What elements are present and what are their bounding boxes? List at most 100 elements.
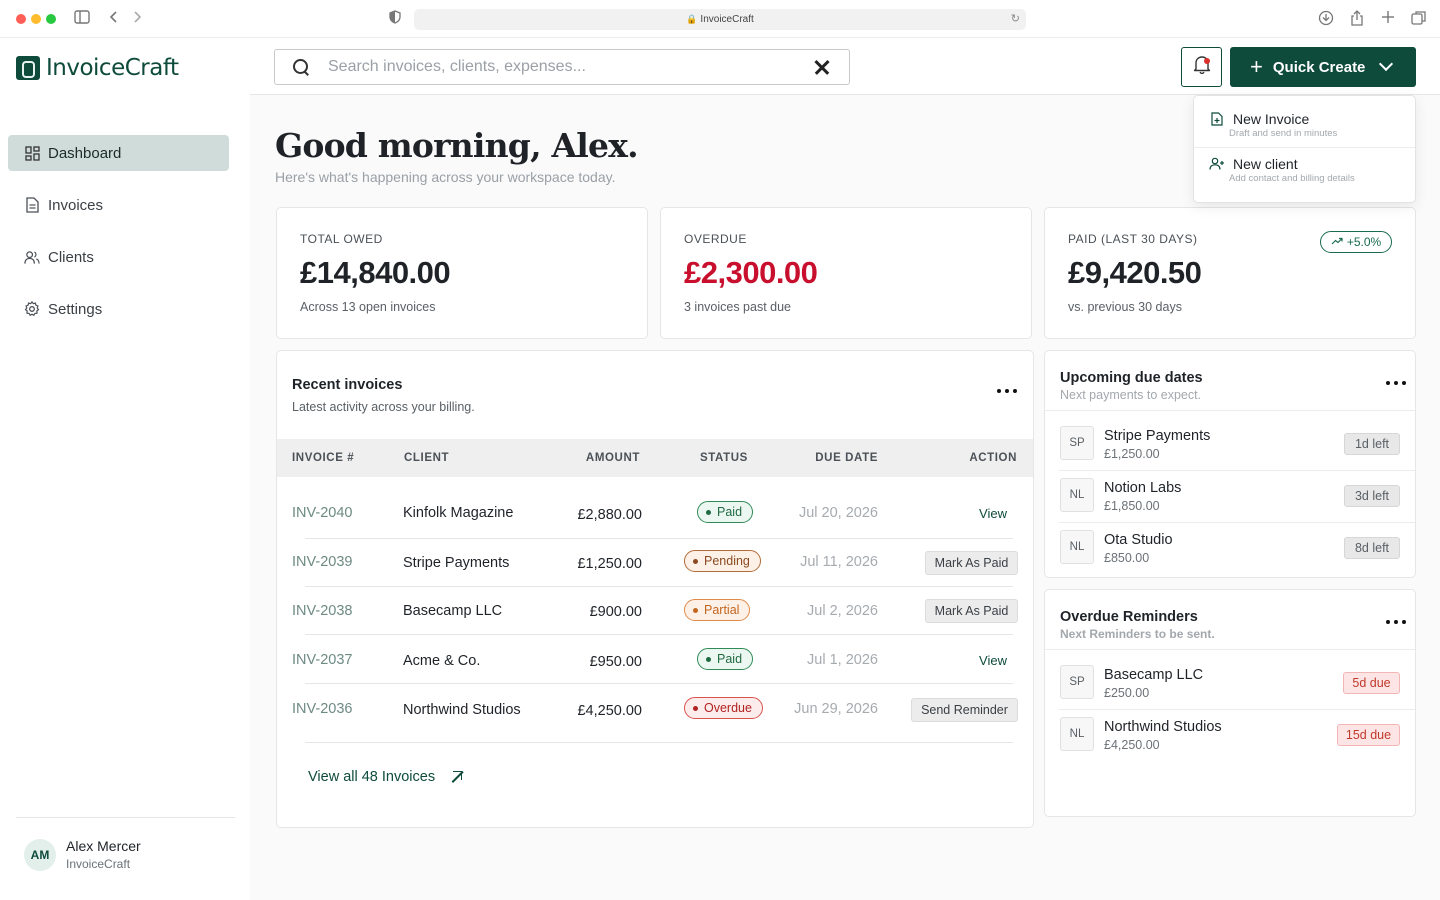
view-invoice-link[interactable]: View [979, 653, 1007, 668]
trend-up-icon [1331, 236, 1343, 248]
view-invoice-link[interactable]: View [979, 506, 1007, 521]
quick-create-menu: New Invoice Draft and send in minutes Ne… [1193, 95, 1416, 203]
send-reminder-button[interactable]: Send Reminder [911, 698, 1018, 722]
status-badge: Paid [697, 648, 754, 670]
table-row[interactable]: INV-2038 Basecamp LLC £900.00 Partial Ju… [277, 587, 1033, 635]
user-plus-icon [1209, 157, 1225, 171]
app-name: InvoiceCraft [46, 55, 179, 81]
sidebar-item-label: Dashboard [48, 144, 122, 162]
view-all-invoices-link[interactable]: View all 48 Invoices [308, 769, 463, 785]
panel-title: Upcoming due dates [1060, 370, 1203, 386]
client-name: Stripe Payments [403, 555, 510, 571]
due-date: Jun 29, 2026 [794, 701, 878, 717]
sidebar-item-clients[interactable]: Clients [8, 239, 229, 275]
sidebar-toggle-icon[interactable] [74, 10, 90, 28]
stat-sub: vs. previous 30 days [1068, 300, 1182, 314]
arrow-up-right-icon [449, 770, 463, 784]
client-name: Notion Labs [1104, 480, 1182, 496]
mark-as-paid-button[interactable]: Mark As Paid [925, 551, 1018, 575]
stat-label: TOTAL OWED [300, 232, 383, 246]
more-options-icon[interactable] [997, 386, 1017, 396]
clear-search-icon[interactable] [813, 58, 831, 76]
maximize-window-icon[interactable] [46, 14, 56, 24]
lock-icon: 🔒 [686, 14, 698, 24]
download-icon[interactable] [1318, 10, 1334, 30]
app-logo[interactable]: InvoiceCraft [16, 54, 179, 82]
column-header: DUE DATE [815, 452, 878, 464]
sidebar-item-invoices[interactable]: Invoices [8, 187, 229, 223]
stat-label: OVERDUE [684, 232, 747, 246]
menu-item-subtitle: Draft and send in minutes [1229, 128, 1338, 139]
sidebar-item-label: Clients [48, 248, 94, 266]
table-row[interactable]: INV-2036 Northwind Studios £4,250.00 Ove… [277, 684, 1033, 732]
client-name: Northwind Studios [1104, 719, 1222, 735]
quick-create-button[interactable]: + Quick Create [1230, 47, 1416, 87]
table-row[interactable]: INV-2037 Acme & Co. £950.00 Paid Jul 1, … [277, 635, 1033, 683]
client-initials: SP [1060, 665, 1094, 699]
days-due-badge: 5d due [1343, 672, 1400, 694]
sidebar-item-dashboard[interactable]: Dashboard [8, 135, 229, 171]
table-header: INVOICE # CLIENT AMOUNT STATUS DUE DATE … [277, 439, 1033, 477]
client-name: Northwind Studios [403, 702, 521, 718]
client-initials: NL [1060, 530, 1094, 564]
forward-icon[interactable] [133, 10, 143, 28]
invoice-number[interactable]: INV-2038 [292, 603, 352, 619]
column-header: INVOICE # [292, 452, 355, 464]
close-window-icon[interactable] [16, 14, 26, 24]
sidebar-item-settings[interactable]: Settings [8, 291, 229, 327]
share-icon[interactable] [1350, 10, 1364, 30]
menu-item-title: New Invoice [1233, 111, 1310, 127]
client-name: Basecamp LLC [1104, 667, 1204, 683]
invoice-amount: £4,250.00 [577, 703, 642, 719]
mark-as-paid-button[interactable]: Mark As Paid [925, 599, 1018, 623]
days-left-badge: 1d left [1344, 433, 1400, 455]
invoice-number[interactable]: INV-2039 [292, 554, 352, 570]
search-box[interactable] [274, 49, 850, 85]
client-name: Acme & Co. [403, 653, 481, 669]
minimize-window-icon[interactable] [31, 14, 41, 24]
reload-icon[interactable]: ↻ [1011, 9, 1020, 30]
shield-icon[interactable] [389, 10, 401, 28]
due-date: Jul 1, 2026 [807, 652, 878, 668]
view-all-label: View all 48 Invoices [308, 769, 436, 785]
notifications-button[interactable] [1181, 47, 1222, 87]
invoice-number[interactable]: INV-2037 [292, 652, 352, 668]
tab-overview-icon[interactable] [1411, 10, 1427, 30]
column-header: STATUS [700, 452, 748, 464]
more-options-icon[interactable] [1386, 617, 1406, 627]
overdue-reminders-panel: Overdue Reminders Next Reminders to be s… [1044, 589, 1416, 817]
page-subtitle: Here's what's happening across your work… [275, 169, 616, 185]
search-input[interactable] [328, 58, 798, 76]
recent-invoices-panel: Recent invoices Latest activity across y… [276, 350, 1034, 828]
user-org: InvoiceCraft [66, 857, 131, 871]
menu-item-new-client[interactable]: New client Add contact and billing detai… [1194, 149, 1415, 193]
invoice-number[interactable]: INV-2036 [292, 701, 352, 717]
quick-create-label: Quick Create [1272, 58, 1366, 76]
client-initials: NL [1060, 478, 1094, 512]
invoice-number[interactable]: INV-2040 [292, 505, 352, 521]
sidebar: InvoiceCraft Dashboard Invoices Clients … [0, 38, 250, 900]
list-item[interactable]: SP Basecamp LLC £250.00 5d due [1045, 657, 1415, 709]
user-profile[interactable]: AM Alex Mercer InvoiceCraft [24, 838, 141, 871]
column-header: AMOUNT [585, 452, 640, 464]
days-left-badge: 8d left [1344, 537, 1400, 559]
amount: £1,250.00 [1104, 447, 1160, 461]
list-item[interactable]: NL Ota Studio £850.00 8d left [1045, 522, 1415, 574]
invoice-amount: £2,880.00 [577, 507, 642, 523]
back-icon[interactable] [108, 10, 118, 28]
list-item[interactable]: NL Notion Labs £1,850.00 3d left [1045, 470, 1415, 522]
new-tab-icon[interactable] [1381, 10, 1395, 28]
table-row[interactable]: INV-2040 Kinfolk Magazine £2,880.00 Paid… [277, 489, 1033, 537]
avatar: AM [24, 838, 56, 871]
address-bar[interactable]: 🔒 InvoiceCraft ↻ [414, 9, 1026, 30]
panel-subtitle: Latest activity across your billing. [292, 400, 475, 414]
list-item[interactable]: SP Stripe Payments £1,250.00 1d left [1045, 418, 1415, 470]
table-row[interactable]: INV-2039 Stripe Payments £1,250.00 Pendi… [277, 539, 1033, 587]
sidebar-nav: Dashboard Invoices Clients Settings [8, 135, 229, 343]
status-badge: Pending [684, 550, 761, 572]
more-options-icon[interactable] [1386, 378, 1406, 388]
menu-item-new-invoice[interactable]: New Invoice Draft and send in minutes [1194, 104, 1415, 148]
list-item[interactable]: NL Northwind Studios £4,250.00 15d due [1045, 709, 1415, 761]
column-header: ACTION [969, 452, 1017, 464]
stat-label: PAID (LAST 30 DAYS) [1068, 232, 1198, 246]
